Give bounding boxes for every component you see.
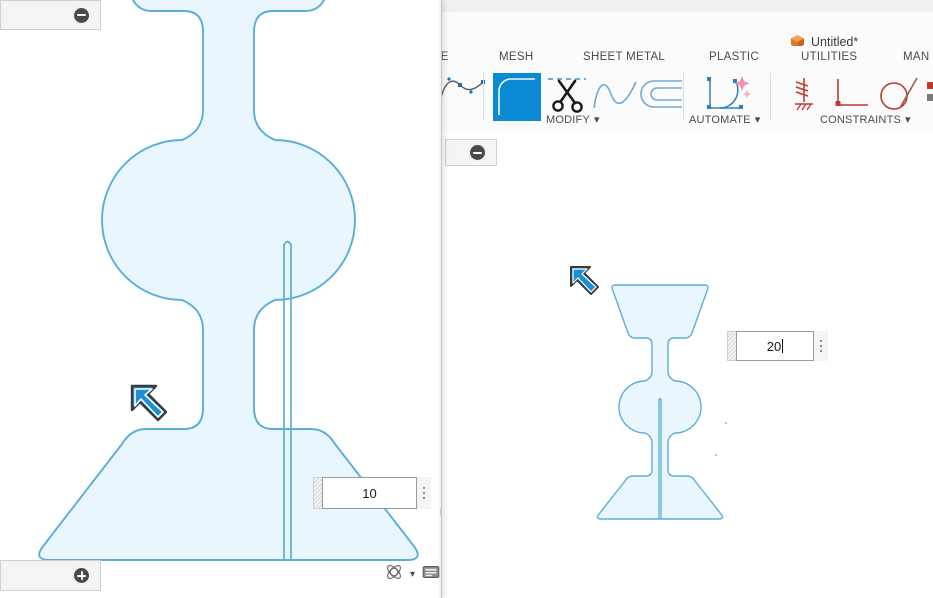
overlay-edge (438, 0, 441, 598)
spline-tool-icon[interactable] (438, 73, 486, 114)
ribbon-body: MODIFY ▾ AUTOMATE ▾ CONSTRAINTS ▾ (438, 68, 933, 132)
ribbon-group-automate[interactable]: AUTOMATE ▾ (689, 113, 760, 126)
dimension-value-field[interactable]: 10 (322, 477, 417, 509)
dimension-value-field[interactable]: 20 (736, 331, 814, 361)
dimension-options-menu-icon[interactable] (814, 331, 828, 361)
browser-collapse-pill-main[interactable] (445, 139, 497, 166)
browser-collapse-pill-magnified[interactable] (0, 0, 101, 30)
sketch-canvas-main[interactable]: 20 (440, 131, 933, 598)
fillet-tool-icon[interactable] (493, 73, 541, 126)
dimension-value-text: 20 (766, 338, 782, 354)
magnified-viewport-overlay[interactable]: 10 ▾ (0, 0, 442, 598)
minus-circle-icon[interactable] (469, 144, 486, 161)
more-constraints-icon[interactable] (927, 80, 933, 115)
document-title-bar: Untitled* (440, 12, 933, 49)
ribbon-group-modify[interactable]: MODIFY ▾ (546, 113, 600, 126)
ribbon-group-constraints[interactable]: CONSTRAINTS ▾ (820, 113, 911, 126)
tab-sheet-metal[interactable]: SHEET METAL (583, 46, 665, 68)
ribbon-separator (683, 73, 684, 121)
ribbon-tab-strip: CE MESH SHEET METAL PLASTIC UTILITIES MA… (432, 46, 933, 68)
offset-tool-icon[interactable] (638, 77, 684, 116)
ribbon-group-constraints-label: CONSTRAINTS (820, 114, 902, 126)
ribbon-group-automate-label: AUTOMATE (689, 114, 751, 126)
chevron-down-icon[interactable]: ▾ (905, 114, 911, 126)
perpendicular-constraint-icon[interactable] (832, 77, 872, 118)
tab-utilities[interactable]: UTILITIES (801, 46, 857, 68)
break-tool-icon[interactable] (592, 78, 638, 117)
dimension-value-text: 10 (362, 485, 377, 501)
sketch-profile-main[interactable] (570, 271, 750, 520)
ribbon-separator (770, 73, 771, 121)
dimension-drag-grip[interactable] (313, 477, 322, 509)
fix-constraint-icon[interactable] (788, 76, 824, 119)
sketch-cursor-arrow-main (570, 266, 599, 295)
plus-circle-icon[interactable] (73, 567, 90, 584)
dimension-options-menu-icon[interactable] (417, 477, 431, 509)
browser-expand-pill-magnified[interactable] (0, 560, 101, 591)
tab-mesh[interactable]: MESH (499, 46, 533, 68)
orbit-icon[interactable] (384, 562, 404, 587)
minus-circle-icon[interactable] (73, 6, 90, 24)
ribbon-group-modify-label: MODIFY (546, 114, 590, 126)
chevron-down-icon[interactable]: ▾ (755, 114, 761, 126)
dimension-drag-grip[interactable] (727, 331, 736, 361)
sketch-cursor-arrow-magnified (130, 384, 168, 422)
navigation-bar-magnified[interactable]: ▾ (384, 562, 441, 587)
chevron-down-icon[interactable]: ▾ (410, 569, 415, 580)
chevron-down-icon[interactable]: ▾ (594, 114, 600, 126)
dimension-input-main[interactable]: 20 (727, 331, 828, 361)
text-caret (782, 339, 784, 353)
dimension-input-magnified[interactable]: 10 (313, 477, 431, 509)
tab-plastic[interactable]: PLASTIC (709, 46, 759, 68)
tab-manage-truncated[interactable]: MAN (903, 46, 929, 68)
ribbon-separator (483, 73, 484, 121)
